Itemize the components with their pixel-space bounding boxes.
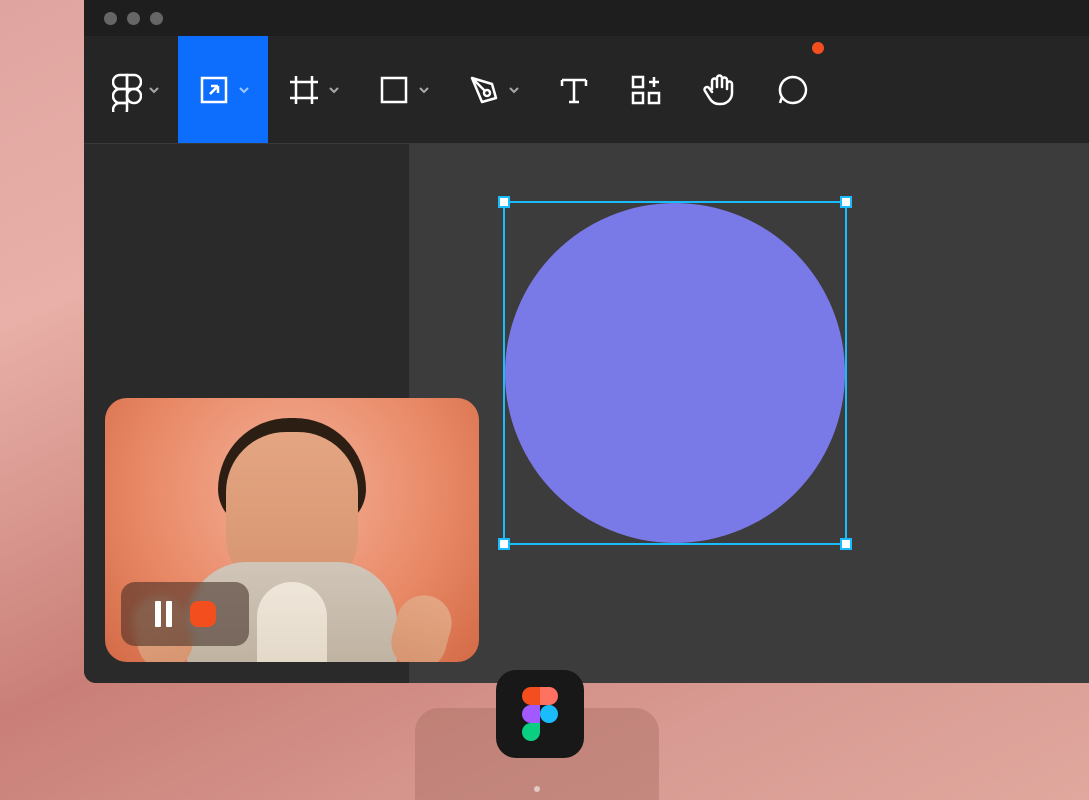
minimize-window-button[interactable] [127, 12, 140, 25]
window-titlebar [84, 0, 1089, 36]
figma-icon [112, 68, 142, 112]
maximize-window-button[interactable] [150, 12, 163, 25]
chevron-down-icon [148, 84, 160, 96]
design-canvas[interactable] [410, 144, 1089, 683]
hand-icon [700, 71, 738, 109]
resize-handle-top-right[interactable] [840, 196, 852, 208]
notification-dot-icon [812, 42, 824, 54]
resize-handle-top-left[interactable] [498, 196, 510, 208]
chevron-down-icon [418, 84, 430, 96]
recording-controls [121, 582, 249, 646]
chevron-down-icon [328, 84, 340, 96]
figma-logo-icon [522, 687, 558, 741]
figma-menu-button[interactable] [84, 36, 178, 143]
screen-recording-overlay[interactable] [105, 398, 479, 662]
chevron-down-icon [508, 84, 520, 96]
move-scale-icon [196, 72, 232, 108]
pause-button[interactable] [155, 601, 172, 627]
frame-icon [286, 72, 322, 108]
ellipse-shape[interactable] [505, 203, 845, 543]
main-toolbar [84, 36, 1089, 144]
rectangle-icon [376, 72, 412, 108]
frame-tool-button[interactable] [268, 36, 358, 143]
dock-app-figma[interactable] [496, 670, 584, 758]
chevron-down-icon [238, 84, 250, 96]
resize-handle-bottom-left[interactable] [498, 538, 510, 550]
resize-handle-bottom-right[interactable] [840, 538, 852, 550]
resources-tool-button[interactable] [610, 36, 682, 143]
pen-tool-button[interactable] [448, 36, 538, 143]
add-component-icon [628, 72, 664, 108]
move-tool-button[interactable] [178, 36, 268, 143]
dock-running-indicator-icon [534, 786, 540, 792]
text-tool-button[interactable] [538, 36, 610, 143]
comment-icon [774, 71, 812, 109]
selection-bounds[interactable] [503, 201, 847, 545]
desktop-background [0, 0, 1089, 800]
close-window-button[interactable] [104, 12, 117, 25]
shape-tool-button[interactable] [358, 36, 448, 143]
text-icon [556, 72, 592, 108]
comment-tool-button[interactable] [756, 36, 830, 143]
hand-tool-button[interactable] [682, 36, 756, 143]
pen-icon [466, 72, 502, 108]
record-stop-button[interactable] [190, 601, 216, 627]
